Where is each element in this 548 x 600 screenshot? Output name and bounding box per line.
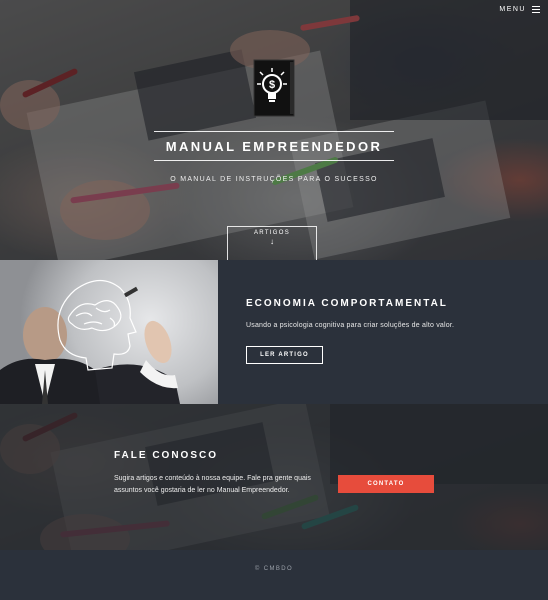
contact-button[interactable]: CONTATO [338, 475, 434, 493]
man-drawing-brain-image [0, 260, 218, 404]
contact-description: Sugira artigos e conteúdo à nossa equipe… [114, 475, 311, 494]
articles-button-label: ARTIGOS [254, 230, 290, 236]
contact-content: FALE CONOSCO Sugira artigos e conteúdo à… [0, 404, 548, 550]
menu-button[interactable]: MENU [499, 6, 540, 13]
page-title: MANUAL EMPREENDEDOR [165, 139, 383, 154]
hamburger-icon [532, 6, 540, 13]
svg-text:$: $ [269, 79, 275, 91]
arrow-down-icon: ↓ [270, 237, 274, 246]
hero-content: $ MANUAL EMPREENDEDOR O MANUAL DE INSTRU… [0, 0, 548, 260]
title-divider-bottom [154, 160, 394, 161]
articles-button[interactable]: ARTIGOS ↓ [227, 226, 317, 260]
feature-panel: ECONOMIA COMPORTAMENTAL Usando a psicolo… [218, 260, 548, 404]
contact-title: FALE CONOSCO [114, 450, 219, 461]
footer-copyright: © CMBDO [254, 566, 294, 572]
footer: © CMBDO [0, 550, 548, 600]
lightbulb-dollar-book-icon: $ [253, 59, 295, 117]
title-divider-top [154, 131, 394, 132]
menu-label: MENU [499, 6, 526, 13]
feature-title: ECONOMIA COMPORTAMENTAL [246, 298, 448, 309]
contact-content-layer: FALE CONOSCO Sugira artigos e conteúdo à… [0, 404, 548, 550]
read-article-button[interactable]: LER ARTIGO [246, 346, 323, 364]
feature-section: ECONOMIA COMPORTAMENTAL Usando a psicolo… [0, 260, 548, 404]
page-subtitle: O MANUAL DE INSTRUÇÕES PARA O SUCESSO [170, 176, 378, 183]
feature-description: Usando a psicologia cognitiva para criar… [246, 322, 455, 329]
